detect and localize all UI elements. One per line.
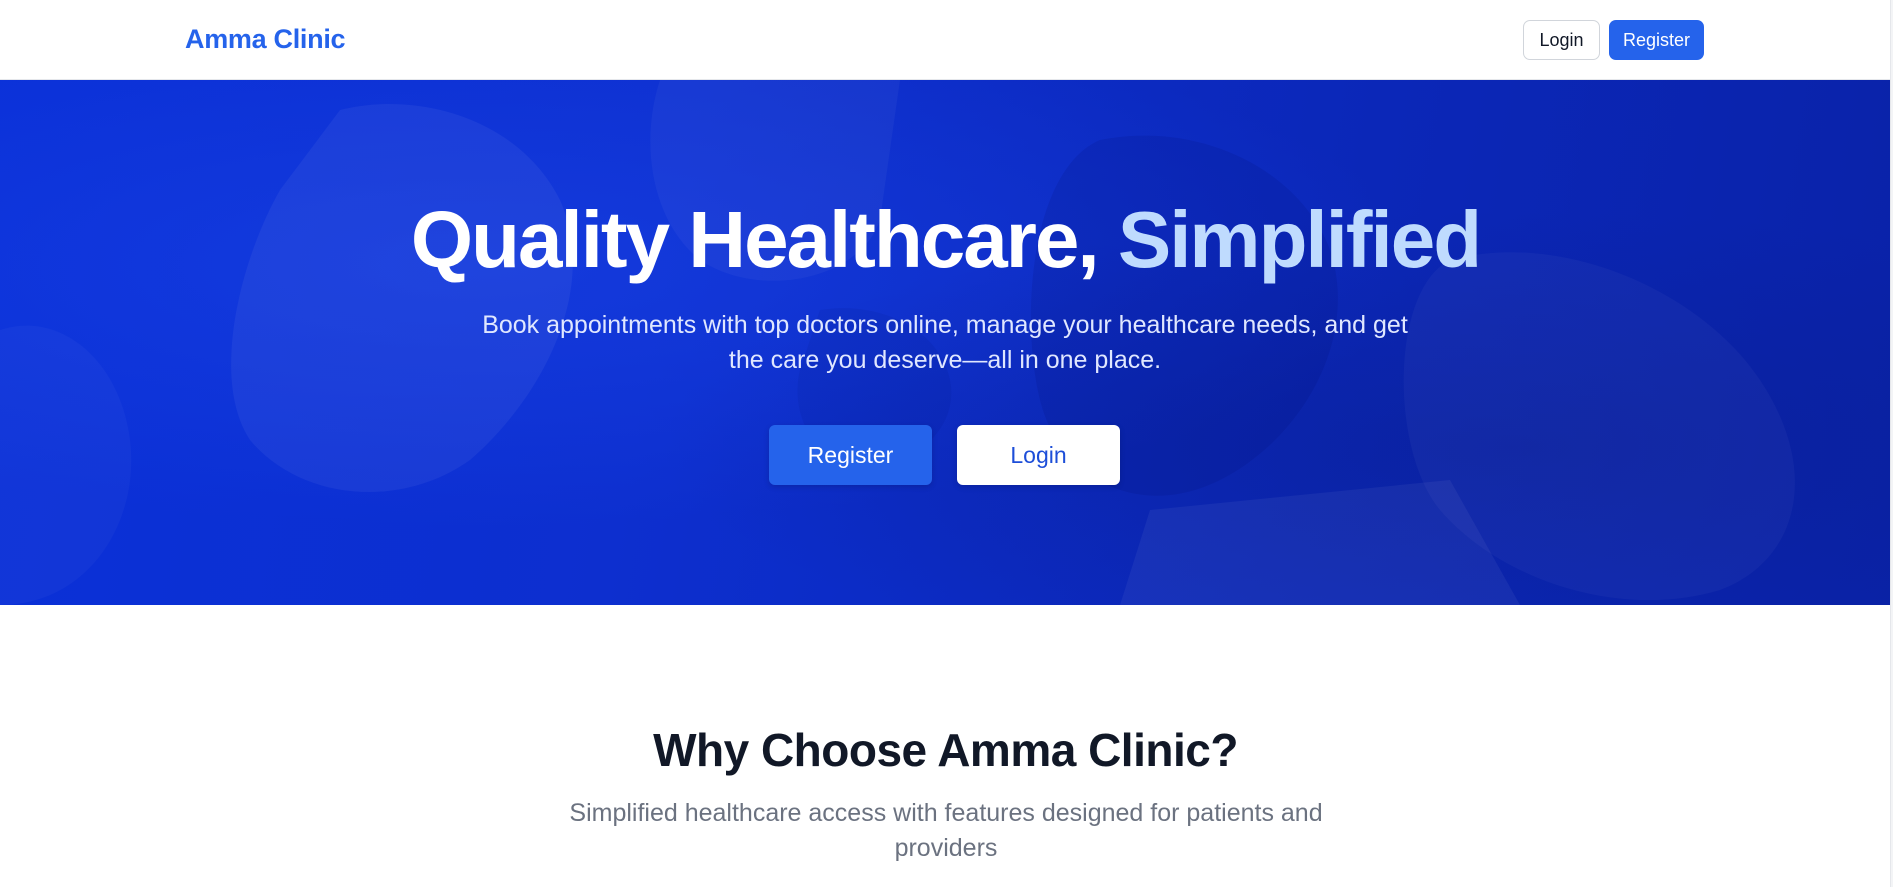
features-title: Why Choose Amma Clinic? xyxy=(653,724,1238,776)
hero-register-button[interactable]: Register xyxy=(769,425,932,485)
top-navbar: Amma Clinic Login Register xyxy=(0,0,1890,80)
viewport: Amma Clinic Login Register Quality Healt… xyxy=(0,0,1891,887)
hero-title: Quality Healthcare, Simplified xyxy=(0,192,1890,288)
features-section: Why Choose Amma Clinic? Simplified healt… xyxy=(0,605,1890,887)
hero-section: Quality Healthcare, Simplified Book appo… xyxy=(0,80,1890,605)
nav-register-button[interactable]: Register xyxy=(1609,20,1704,60)
hero-login-button[interactable]: Login xyxy=(957,425,1120,485)
hero-subtitle: Book appointments with top doctors onlin… xyxy=(482,311,1408,374)
page: Amma Clinic Login Register Quality Healt… xyxy=(0,0,1893,887)
hero-title-accent: Simplified xyxy=(1117,195,1482,284)
brand-logo-link[interactable]: Amma Clinic xyxy=(185,24,346,55)
hero-content: Quality Healthcare, Simplified Book appo… xyxy=(0,80,1890,605)
features-subtitle: Simplified healthcare access with featur… xyxy=(569,799,1323,862)
hero-title-main: Quality Healthcare, xyxy=(410,195,1118,284)
nav-login-button[interactable]: Login xyxy=(1523,20,1600,60)
